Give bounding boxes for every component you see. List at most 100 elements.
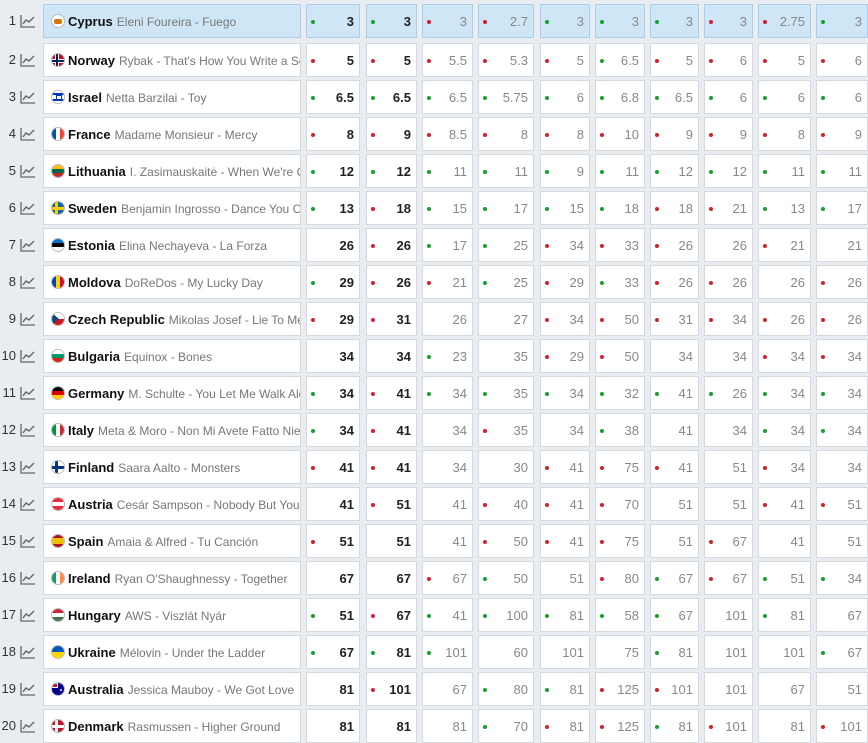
line-chart-icon[interactable] xyxy=(20,682,36,696)
odds-cell[interactable]: 41 xyxy=(422,487,473,521)
odds-cell[interactable]: 9 xyxy=(650,117,699,151)
odds-cell[interactable]: 21 xyxy=(758,228,811,262)
odds-cell[interactable]: 34 xyxy=(704,413,753,447)
odds-cell[interactable]: 6 xyxy=(816,43,868,77)
odds-cell[interactable]: 29 xyxy=(306,302,360,336)
odds-cell[interactable]: 8 xyxy=(478,117,534,151)
odds-cell[interactable]: 67 xyxy=(306,635,360,669)
odds-cell[interactable]: 41 xyxy=(758,487,811,521)
odds-cell[interactable]: 101 xyxy=(758,635,811,669)
entry-cell[interactable]: Italy Meta & Moro - Non Mi Avete Fatto Ni… xyxy=(43,413,301,447)
odds-cell[interactable]: 32 xyxy=(595,376,645,410)
entry-cell[interactable]: Moldova DoReDos - My Lucky Day xyxy=(43,265,301,299)
odds-cell[interactable]: 50 xyxy=(595,339,645,373)
odds-cell[interactable]: 6 xyxy=(758,80,811,114)
odds-cell[interactable]: 41 xyxy=(366,376,417,410)
line-chart-icon[interactable] xyxy=(20,534,36,548)
odds-cell[interactable]: 25 xyxy=(478,265,534,299)
odds-cell[interactable]: 81 xyxy=(758,598,811,632)
odds-cell[interactable]: 75 xyxy=(595,524,645,558)
odds-cell[interactable]: 5 xyxy=(306,43,360,77)
odds-cell[interactable]: 41 xyxy=(540,450,590,484)
odds-cell[interactable]: 26 xyxy=(704,265,753,299)
odds-cell[interactable]: 26 xyxy=(704,376,753,410)
odds-cell[interactable]: 67 xyxy=(816,598,868,632)
odds-cell[interactable]: 34 xyxy=(758,376,811,410)
odds-cell[interactable]: 26 xyxy=(758,302,811,336)
entry-cell[interactable]: Finland Saara Aalto - Monsters xyxy=(43,450,301,484)
odds-cell[interactable]: 9 xyxy=(816,117,868,151)
line-chart-icon[interactable] xyxy=(20,275,36,289)
odds-cell[interactable]: 34 xyxy=(816,376,868,410)
odds-cell[interactable]: 67 xyxy=(816,635,868,669)
odds-cell[interactable]: 51 xyxy=(650,524,699,558)
odds-cell[interactable]: 34 xyxy=(422,413,473,447)
odds-cell[interactable]: 51 xyxy=(816,487,868,521)
entry-cell[interactable]: Germany M. Schulte - You Let Me Walk Alon… xyxy=(43,376,301,410)
odds-cell[interactable]: 6 xyxy=(816,80,868,114)
odds-cell[interactable]: 18 xyxy=(595,191,645,225)
odds-cell[interactable]: 5.75 xyxy=(478,80,534,114)
odds-cell[interactable]: 67 xyxy=(366,598,417,632)
line-chart-icon[interactable] xyxy=(20,312,36,326)
odds-cell[interactable]: 11 xyxy=(595,154,645,188)
odds-cell[interactable]: 21 xyxy=(816,228,868,262)
odds-cell[interactable]: 34 xyxy=(816,413,868,447)
odds-cell[interactable]: 6 xyxy=(704,80,753,114)
odds-cell[interactable]: 51 xyxy=(704,450,753,484)
line-chart-icon[interactable] xyxy=(20,164,36,178)
entry-cell[interactable]: Lithuania I. Zasimauskaitė - When We're O… xyxy=(43,154,301,188)
odds-cell[interactable]: 25 xyxy=(478,228,534,262)
odds-cell[interactable]: 6.8 xyxy=(595,80,645,114)
odds-cell[interactable]: 5.3 xyxy=(478,43,534,77)
odds-cell[interactable]: 41 xyxy=(540,524,590,558)
odds-cell[interactable]: 26 xyxy=(366,228,417,262)
odds-cell[interactable]: 41 xyxy=(306,487,360,521)
entry-cell[interactable]: Australia Jessica Mauboy - We Got Love xyxy=(43,672,301,706)
entry-cell[interactable]: Ireland Ryan O'Shaughnessy - Together xyxy=(43,561,301,595)
odds-cell[interactable]: 34 xyxy=(758,413,811,447)
odds-cell[interactable]: 34 xyxy=(366,339,417,373)
odds-cell[interactable]: 41 xyxy=(366,450,417,484)
odds-cell[interactable]: 75 xyxy=(595,450,645,484)
odds-cell[interactable]: 6.5 xyxy=(422,80,473,114)
odds-cell[interactable]: 13 xyxy=(306,191,360,225)
odds-cell[interactable]: 6.5 xyxy=(595,43,645,77)
odds-cell[interactable]: 80 xyxy=(478,672,534,706)
odds-cell[interactable]: 41 xyxy=(306,450,360,484)
odds-cell[interactable]: 6.5 xyxy=(366,80,417,114)
odds-cell[interactable]: 34 xyxy=(816,450,868,484)
odds-cell[interactable]: 26 xyxy=(704,228,753,262)
odds-cell[interactable]: 50 xyxy=(595,302,645,336)
odds-cell[interactable]: 41 xyxy=(650,450,699,484)
odds-cell[interactable]: 101 xyxy=(366,672,417,706)
odds-cell[interactable]: 34 xyxy=(816,339,868,373)
odds-cell[interactable]: 41 xyxy=(540,487,590,521)
odds-cell[interactable]: 41 xyxy=(366,413,417,447)
odds-cell[interactable]: 8 xyxy=(758,117,811,151)
odds-cell[interactable]: 101 xyxy=(650,672,699,706)
odds-cell[interactable]: 6 xyxy=(704,43,753,77)
entry-cell[interactable]: Hungary AWS - Viszlát Nyár xyxy=(43,598,301,632)
odds-cell[interactable]: 3 xyxy=(422,4,473,38)
odds-cell[interactable]: 23 xyxy=(422,339,473,373)
odds-cell[interactable]: 81 xyxy=(540,598,590,632)
odds-cell[interactable]: 34 xyxy=(540,228,590,262)
odds-cell[interactable]: 33 xyxy=(595,228,645,262)
odds-cell[interactable]: 34 xyxy=(422,376,473,410)
line-chart-icon[interactable] xyxy=(20,645,36,659)
odds-cell[interactable]: 11 xyxy=(478,154,534,188)
odds-cell[interactable]: 26 xyxy=(816,302,868,336)
odds-cell[interactable]: 29 xyxy=(540,339,590,373)
odds-cell[interactable]: 81 xyxy=(366,635,417,669)
odds-cell[interactable]: 17 xyxy=(478,191,534,225)
odds-cell[interactable]: 13 xyxy=(758,191,811,225)
odds-cell[interactable]: 67 xyxy=(650,561,699,595)
odds-cell[interactable]: 125 xyxy=(595,672,645,706)
line-chart-icon[interactable] xyxy=(20,460,36,474)
odds-cell[interactable]: 5 xyxy=(650,43,699,77)
entry-cell[interactable]: Czech Republic Mikolas Josef - Lie To Me xyxy=(43,302,301,336)
odds-cell[interactable]: 58 xyxy=(595,598,645,632)
odds-cell[interactable]: 11 xyxy=(758,154,811,188)
odds-cell[interactable]: 34 xyxy=(816,561,868,595)
